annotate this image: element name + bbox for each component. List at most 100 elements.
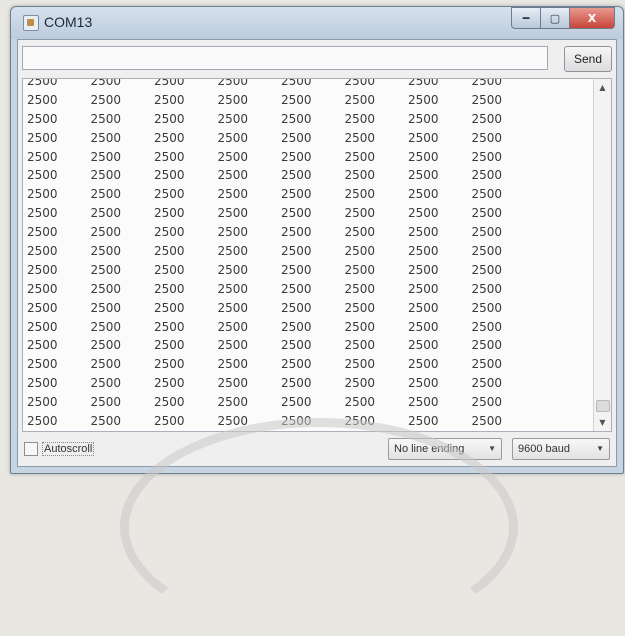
output-value: 2500	[471, 92, 503, 107]
output-value: 2500	[90, 92, 122, 107]
output-value: 2500	[471, 376, 503, 391]
autoscroll-label: Autoscroll	[42, 442, 95, 456]
output-value: 2500	[471, 168, 503, 183]
output-value: 2500	[344, 319, 376, 334]
output-value: 2500	[217, 168, 249, 183]
output-value: 2500	[27, 281, 58, 296]
output-line: 2500 2500 2500 2500 2500 2500 2500 2500	[23, 91, 593, 110]
output-value: 2500	[27, 244, 58, 259]
output-value: 2500	[471, 262, 503, 277]
autoscroll-toggle[interactable]: Autoscroll	[24, 442, 95, 456]
output-line: 2500 2500 2500 2500 2500 2500 2500 2500	[23, 412, 593, 431]
output-value: 2500	[408, 149, 439, 164]
output-line: 2500 2500 2500 2500 2500 2500 2500 2500	[23, 261, 593, 280]
title-bar[interactable]: COM13 ━ ▢ X	[11, 7, 623, 39]
output-value: 2500	[217, 225, 249, 240]
output-value: 2500	[344, 168, 376, 183]
output-value: 2500	[408, 225, 439, 240]
autoscroll-checkbox[interactable]	[24, 442, 38, 456]
close-icon: X	[587, 11, 597, 25]
output-value: 2500	[217, 187, 249, 202]
output-value: 2500	[90, 149, 122, 164]
output-value: 2500	[471, 395, 503, 410]
output-value: 2500	[281, 376, 312, 391]
output-value: 2500	[281, 319, 312, 334]
output-value: 2500	[154, 149, 185, 164]
output-value: 2500	[408, 300, 439, 315]
output-value: 2500	[408, 376, 439, 391]
output-value: 2500	[217, 92, 249, 107]
output-value: 2500	[217, 244, 249, 259]
output-value: 2500	[90, 111, 122, 126]
baud-rate-select[interactable]: 9600 baud ▼	[512, 438, 610, 460]
output-value: 2500	[154, 92, 185, 107]
output-value: 2500	[217, 300, 249, 315]
output-value: 2500	[90, 206, 122, 221]
output-value: 2500	[154, 78, 185, 88]
output-value: 2500	[344, 130, 376, 145]
baud-rate-value: 9600 baud	[518, 443, 570, 455]
close-button[interactable]: X	[569, 7, 615, 29]
output-value: 2500	[281, 225, 312, 240]
send-input[interactable]	[22, 46, 548, 70]
output-value: 2500	[27, 300, 58, 315]
output-value: 2500	[281, 262, 312, 277]
output-value: 2500	[154, 319, 185, 334]
output-value: 2500	[281, 244, 312, 259]
output-value: 2500	[154, 225, 185, 240]
line-ending-select[interactable]: No line ending ▼	[388, 438, 502, 460]
output-value: 2500	[217, 111, 249, 126]
scroll-up-icon[interactable]: ▲	[594, 79, 611, 96]
output-value: 2500	[217, 376, 249, 391]
output-value: 2500	[344, 244, 376, 259]
output-value: 2500	[408, 111, 439, 126]
output-value: 2500	[281, 206, 312, 221]
output-value: 2500	[408, 92, 439, 107]
output-value: 2500	[471, 300, 503, 315]
output-value: 2500	[154, 395, 185, 410]
output-line: 2500 2500 2500 2500 2500 2500 2500 2500	[23, 242, 593, 261]
vertical-scrollbar[interactable]: ▲ ▼	[593, 79, 611, 431]
output-value: 2500	[344, 225, 376, 240]
serial-monitor-window: COM13 ━ ▢ X Send 2500 2500 2500 2500 2500 250…	[10, 6, 624, 474]
window-title: COM13	[44, 14, 93, 30]
output-value: 2500	[154, 130, 185, 145]
output-value: 2500	[90, 414, 122, 429]
output-value: 2500	[154, 376, 185, 391]
output-value: 2500	[408, 130, 439, 145]
output-value: 2500	[471, 187, 503, 202]
output-value: 2500	[90, 262, 122, 277]
output-value: 2500	[27, 414, 58, 429]
output-value: 2500	[408, 187, 439, 202]
serial-output[interactable]: 2500 2500 2500 2500 2500 2500 2500 2500 2500 2500…	[22, 78, 612, 432]
maximize-button[interactable]: ▢	[540, 7, 570, 29]
scroll-thumb[interactable]	[596, 400, 610, 412]
output-line: 2500 2500 2500 2500 2500 2500 2500 2500	[23, 355, 593, 374]
output-value: 2500	[471, 225, 503, 240]
output-value: 2500	[471, 111, 503, 126]
output-line: 2500 2500 2500 2500 2500 2500 2500 2500	[23, 166, 593, 185]
output-value: 2500	[471, 338, 503, 353]
output-value: 2500	[217, 149, 249, 164]
output-value: 2500	[217, 395, 249, 410]
output-value: 2500	[27, 92, 58, 107]
output-value: 2500	[217, 338, 249, 353]
output-value: 2500	[90, 187, 122, 202]
minimize-button[interactable]: ━	[511, 7, 541, 29]
output-value: 2500	[344, 78, 376, 88]
scroll-down-icon[interactable]: ▼	[594, 414, 611, 431]
output-value: 2500	[281, 111, 312, 126]
output-value: 2500	[90, 78, 122, 88]
output-value: 2500	[154, 300, 185, 315]
output-value: 2500	[344, 281, 376, 296]
output-line: 2500 2500 2500 2500 2500 2500 2500 2500	[23, 336, 593, 355]
client-area: Send 2500 2500 2500 2500 2500 2500 2500 2500 250…	[17, 39, 617, 467]
output-value: 2500	[217, 357, 249, 372]
output-line: 2500 2500 2500 2500 2500 2500 2500 2500	[23, 78, 593, 91]
output-value: 2500	[90, 376, 122, 391]
output-value: 2500	[27, 111, 58, 126]
send-button[interactable]: Send	[564, 46, 612, 72]
output-value: 2500	[344, 376, 376, 391]
output-value: 2500	[27, 357, 58, 372]
output-value: 2500	[281, 414, 312, 429]
